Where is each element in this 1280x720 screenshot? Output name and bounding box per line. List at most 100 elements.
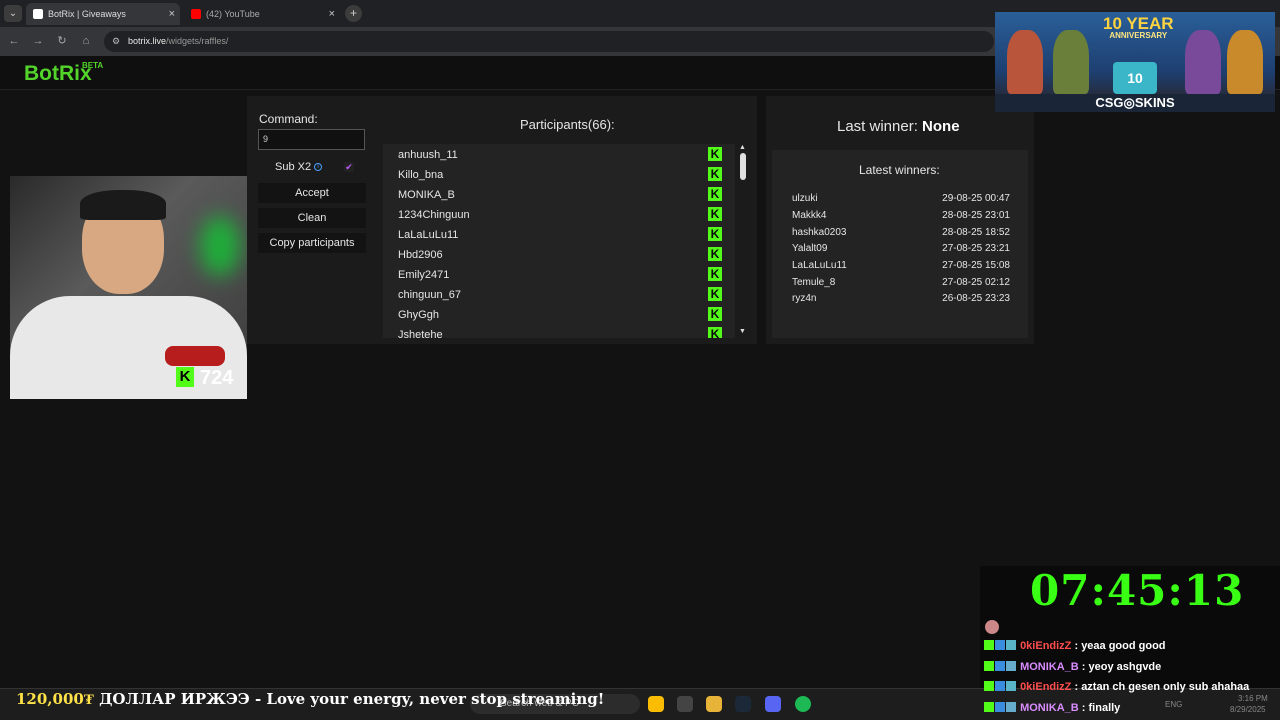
winner-date: 26-08-25 23:23 xyxy=(942,293,1010,304)
avatar xyxy=(985,620,999,634)
participants-list[interactable]: anhuush_11 K Killo_bna K MONIKA_B K 1234Chi… xyxy=(383,144,735,338)
participant-name: Jshetehe xyxy=(398,329,443,338)
chat-text: yeaa good good xyxy=(1081,640,1166,652)
last-winner-label: Last winner: xyxy=(837,118,918,135)
url-host: botrix.live xyxy=(128,36,167,46)
spotify-icon[interactable] xyxy=(795,696,811,712)
site-info-icon[interactable]: ⚙ xyxy=(112,31,120,52)
winner-name: hashka0203 xyxy=(792,227,847,238)
back-icon[interactable]: ← xyxy=(6,33,22,49)
sub-badge-icon xyxy=(995,640,1005,650)
scroll-up-icon[interactable]: ▲ xyxy=(739,144,746,151)
clean-button[interactable]: Clean xyxy=(258,208,366,228)
list-item[interactable]: Killo_bna K xyxy=(383,164,735,184)
beta-badge: BETA xyxy=(82,61,104,70)
kick-badge-icon xyxy=(984,640,994,650)
winner-name: Makkk4 xyxy=(792,210,827,221)
copy-participants-button[interactable]: Copy participants xyxy=(258,233,366,253)
winner-name: Temule_8 xyxy=(792,277,836,288)
kick-icon: K xyxy=(708,227,722,241)
chrome-icon[interactable] xyxy=(648,696,664,712)
list-item[interactable]: Jshetehe K xyxy=(383,324,735,338)
info-icon[interactable]: i xyxy=(314,163,322,171)
app-icon[interactable] xyxy=(677,696,693,712)
list-item[interactable]: LaLaLuLu11 K xyxy=(383,224,735,244)
list-item[interactable]: Hbd2906 K xyxy=(383,244,735,264)
sub-x2-checkbox[interactable]: ✔ xyxy=(344,162,354,172)
winner-row: LaLaLuLu11 27-08-25 15:08 xyxy=(792,260,1010,274)
chat-text: finally xyxy=(1088,702,1121,714)
webcam-feed xyxy=(10,176,247,399)
list-item[interactable]: MONIKA_B K xyxy=(383,184,735,204)
winner-row: ryz4n 26-08-25 23:23 xyxy=(792,293,1010,307)
green-light xyxy=(200,216,240,276)
participant-name: anhuush_11 xyxy=(398,149,458,161)
list-item[interactable]: Emily2471 K xyxy=(383,264,735,284)
chat-message: 0kiEndizZ : aztan ch gesen only sub ahah… xyxy=(984,681,1249,697)
scroll-down-icon[interactable]: ▼ xyxy=(739,328,746,335)
accept-button[interactable]: Accept xyxy=(258,183,366,203)
list-item[interactable]: GhyGgh K xyxy=(383,304,735,324)
new-tab-button[interactable]: + xyxy=(345,5,362,22)
kick-icon: K xyxy=(708,267,722,281)
character-figure xyxy=(1007,30,1043,94)
winner-name: LaLaLuLu11 xyxy=(792,260,847,271)
gem-badge-icon xyxy=(1006,681,1016,691)
reload-icon[interactable]: ↻ xyxy=(54,33,70,49)
close-tab-icon[interactable]: × xyxy=(169,3,175,25)
sub-badge-icon xyxy=(995,681,1005,691)
steam-icon[interactable] xyxy=(735,696,751,712)
home-icon[interactable]: ⌂ xyxy=(78,33,94,49)
sponsor-brand: CSG◎SKINS xyxy=(995,94,1275,112)
chat-user: 0kiEndizZ xyxy=(1020,640,1072,652)
participant-name: chinguun_67 xyxy=(398,289,462,301)
last-winner-value: None xyxy=(922,118,960,135)
chat-user: MONIKA_B xyxy=(1020,702,1079,714)
clock-date[interactable]: 8/29/2025 xyxy=(1230,705,1266,714)
sponsor-banner: 10 YEAR ANNIVERSARY 10 CSG◎SKINS xyxy=(995,12,1275,112)
tab-search-button[interactable]: ⌄ xyxy=(4,5,22,22)
tab-youtube[interactable]: (42) YouTube × xyxy=(184,3,340,25)
language-indicator[interactable]: ENG xyxy=(1165,700,1182,709)
list-item[interactable]: anhuush_11 K xyxy=(383,144,735,164)
winner-date: 28-08-25 23:01 xyxy=(942,210,1010,221)
sub-x2-label: Sub X2 xyxy=(275,161,312,173)
participant-name: Emily2471 xyxy=(398,269,450,281)
winner-date: 27-08-25 15:08 xyxy=(942,260,1010,271)
chat-user: 0kiEndizZ xyxy=(1020,681,1072,693)
participant-name: GhyGgh xyxy=(398,309,439,321)
discord-icon[interactable] xyxy=(765,696,781,712)
winner-date: 27-08-25 02:12 xyxy=(942,277,1010,288)
kick-icon: K xyxy=(708,327,722,338)
close-tab-icon[interactable]: × xyxy=(329,3,335,25)
chat-text: yeoy ashgvde xyxy=(1088,661,1162,673)
kick-icon: K xyxy=(708,147,722,161)
tab-botrix[interactable]: BotRix | Giveaways × xyxy=(26,3,180,25)
winner-row: hashka0203 28-08-25 18:52 xyxy=(792,227,1010,241)
participant-name: Hbd2906 xyxy=(398,249,443,261)
list-item[interactable]: 1234Chinguun K xyxy=(383,204,735,224)
donation-amount: 120,000₮ xyxy=(16,690,94,708)
kick-icon: K xyxy=(708,167,722,181)
tab-label: (42) YouTube xyxy=(206,9,260,19)
winner-row: Temule_8 27-08-25 02:12 xyxy=(792,277,1010,291)
folder-icon[interactable] xyxy=(706,696,722,712)
scroll-thumb[interactable] xyxy=(740,153,746,180)
kick-icon: K xyxy=(708,307,722,321)
kick-icon: K xyxy=(708,247,722,261)
participants-scrollbar[interactable]: ▲ ▼ xyxy=(737,144,749,338)
participant-name: 1234Chinguun xyxy=(398,209,470,221)
winner-date: 28-08-25 18:52 xyxy=(942,227,1010,238)
kick-icon: K xyxy=(708,287,722,301)
youtube-favicon xyxy=(191,9,201,19)
forward-icon[interactable]: → xyxy=(30,33,46,49)
url-field[interactable]: ⚙ botrix.live/widgets/raffles/ xyxy=(104,31,994,52)
command-input[interactable]: 9 xyxy=(258,129,365,150)
microphone xyxy=(165,346,225,366)
winner-row: Yalalt09 27-08-25 23:21 xyxy=(792,243,1010,257)
anniversary-title: 10 YEAR ANNIVERSARY xyxy=(1103,14,1174,40)
chat-text: aztan ch gesen only sub ahahaa xyxy=(1081,681,1250,693)
anniversary-subtitle: ANNIVERSARY xyxy=(1109,31,1168,40)
list-item[interactable]: chinguun_67 K xyxy=(383,284,735,304)
character-figure xyxy=(1053,30,1089,94)
